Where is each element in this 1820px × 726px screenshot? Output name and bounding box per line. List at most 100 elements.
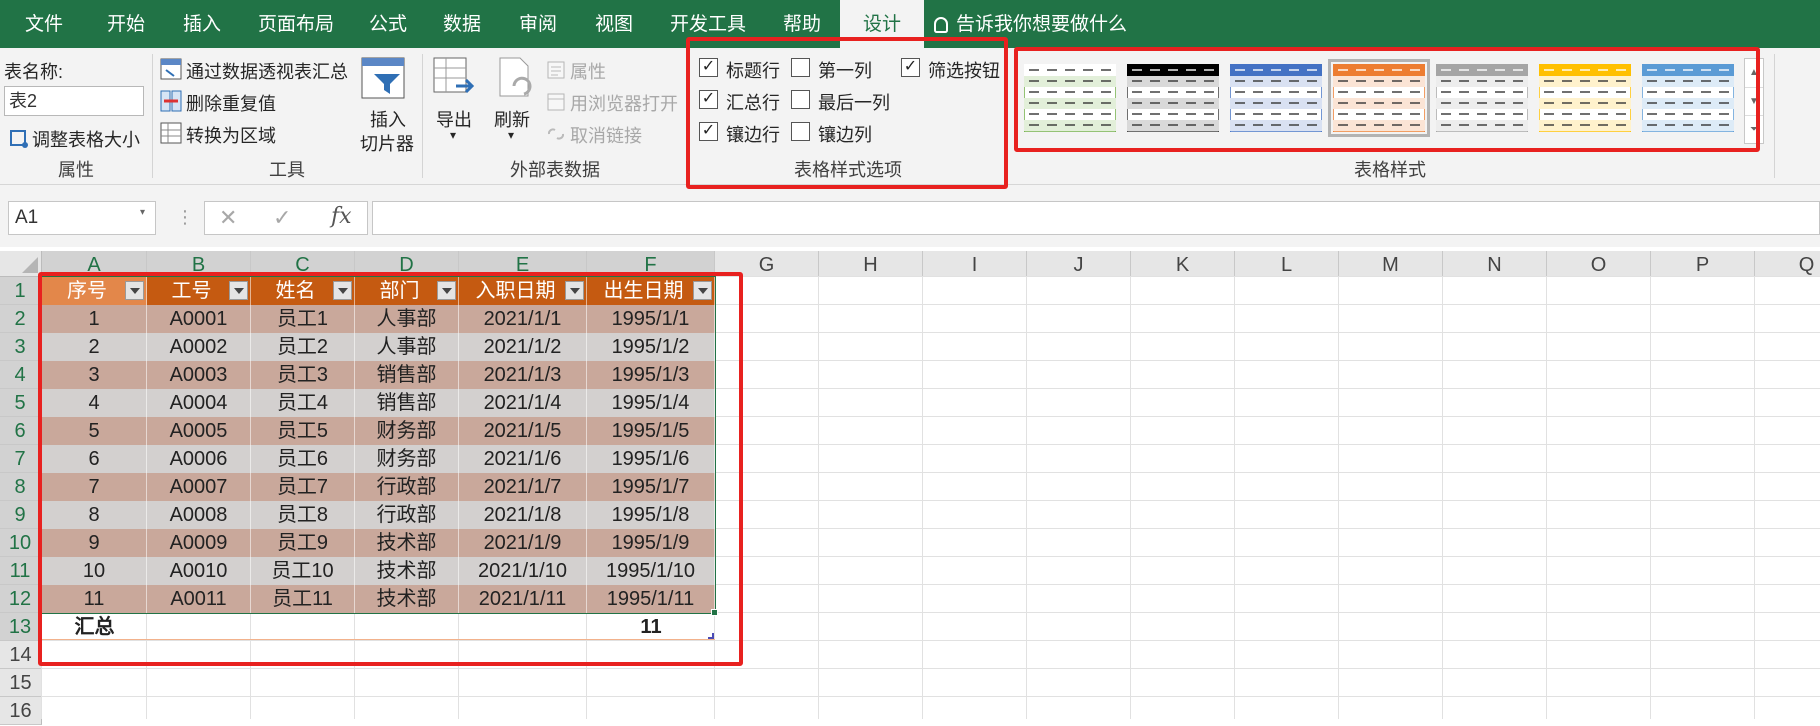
table-cell[interactable]: 1995/1/6 [587, 445, 715, 473]
table-cell[interactable]: A0004 [147, 389, 251, 417]
open-in-browser-button[interactable]: 用浏览器打开 [570, 90, 678, 116]
table-cell[interactable]: 1995/1/10 [587, 557, 715, 585]
function-icon[interactable]: fx [331, 204, 352, 229]
table-cell[interactable]: 8 [42, 501, 147, 529]
checkbox-filter-button[interactable]: ✓ [901, 58, 920, 77]
table-cell[interactable]: 2021/1/11 [459, 585, 587, 613]
table-style-swatch-gray[interactable] [1435, 63, 1529, 133]
table-cell[interactable]: 1 [42, 305, 147, 333]
formula-input[interactable] [372, 201, 1820, 235]
tab-developer[interactable]: 开发工具 [652, 0, 764, 48]
checkbox-total-row[interactable]: ✓ [699, 90, 718, 109]
table-cell[interactable]: 1995/1/1 [587, 305, 715, 333]
filter-dropdown-icon[interactable] [125, 281, 144, 300]
table-cell[interactable]: 2021/1/6 [459, 445, 587, 473]
table-cell[interactable]: A0008 [147, 501, 251, 529]
tab-view[interactable]: 视图 [576, 0, 652, 48]
table-cell[interactable]: 10 [42, 557, 147, 585]
table-cell[interactable]: 员工3 [251, 361, 355, 389]
table-cell[interactable]: 2021/1/1 [459, 305, 587, 333]
table-cell[interactable]: 销售部 [355, 361, 459, 389]
gallery-scroll-up-icon[interactable]: ▲ [1745, 59, 1763, 87]
table-cell[interactable]: 4 [42, 389, 147, 417]
table-cell[interactable]: 员工10 [251, 557, 355, 585]
checkbox-banded-columns[interactable] [791, 122, 810, 141]
filter-dropdown-icon[interactable] [565, 281, 584, 300]
table-cell[interactable]: 1995/1/2 [587, 333, 715, 361]
insert-slicer-line1[interactable]: 插入 [370, 106, 406, 132]
table-cell[interactable]: 员工9 [251, 529, 355, 557]
table-cell[interactable]: 1995/1/4 [587, 389, 715, 417]
checkbox-last-column[interactable] [791, 90, 810, 109]
table-cell[interactable]: A0009 [147, 529, 251, 557]
tab-review[interactable]: 审阅 [500, 0, 576, 48]
checkbox-first-column[interactable] [791, 58, 810, 77]
table-cell[interactable]: 员工7 [251, 473, 355, 501]
table-cell[interactable]: 员工11 [251, 585, 355, 613]
table-style-swatch-black[interactable] [1126, 63, 1220, 133]
table-cell[interactable]: 1995/1/11 [587, 585, 715, 613]
table-cell[interactable]: A0002 [147, 333, 251, 361]
table-cell[interactable]: 11 [42, 585, 147, 613]
table-cell[interactable]: 7 [42, 473, 147, 501]
table-cell[interactable]: 1995/1/7 [587, 473, 715, 501]
cancel-icon[interactable]: ✕ [219, 205, 237, 231]
refresh-dropdown-icon[interactable]: ▾ [508, 128, 514, 142]
checkbox-header-row[interactable]: ✓ [699, 58, 718, 77]
table-cell[interactable]: 2021/1/7 [459, 473, 587, 501]
name-box[interactable]: A1 [8, 201, 156, 235]
tab-design[interactable]: 设计 [840, 0, 924, 48]
table-cell[interactable]: 9 [42, 529, 147, 557]
table-cell[interactable]: 1995/1/9 [587, 529, 715, 557]
table-style-swatch-orange[interactable] [1328, 59, 1430, 137]
unlink-button[interactable]: 取消链接 [570, 122, 642, 148]
table-cell[interactable]: 员工5 [251, 417, 355, 445]
table-cell[interactable]: 员工6 [251, 445, 355, 473]
convert-to-range-button[interactable]: 转换为区域 [186, 122, 276, 148]
table-cell[interactable]: A0005 [147, 417, 251, 445]
filter-dropdown-icon[interactable] [693, 281, 712, 300]
filter-dropdown-icon[interactable] [437, 281, 456, 300]
table-cell[interactable]: A0010 [147, 557, 251, 585]
table-resize-handle[interactable] [708, 633, 714, 639]
table-cell[interactable]: 行政部 [355, 473, 459, 501]
name-box-dropdown-icon[interactable]: ▾ [140, 207, 145, 218]
tab-file[interactable]: 文件 [0, 0, 88, 48]
gallery-more-icon[interactable]: ⏷ [1745, 115, 1763, 143]
table-cell[interactable]: 销售部 [355, 389, 459, 417]
table-style-swatch-green[interactable] [1023, 63, 1117, 133]
table-cell[interactable]: 2021/1/2 [459, 333, 587, 361]
table-cell[interactable]: A0011 [147, 585, 251, 613]
tell-me-search[interactable]: 告诉我你想要做什么 [934, 0, 1134, 48]
tab-home[interactable]: 开始 [88, 0, 164, 48]
table-cell[interactable]: 6 [42, 445, 147, 473]
table-cell[interactable]: 2021/1/8 [459, 501, 587, 529]
table-cell[interactable]: 技术部 [355, 585, 459, 613]
external-properties-button[interactable]: 属性 [570, 58, 606, 84]
table-cell[interactable]: 行政部 [355, 501, 459, 529]
table-cell[interactable]: A0003 [147, 361, 251, 389]
table-name-input[interactable]: 表2 [4, 86, 144, 116]
resize-table-button[interactable]: 调整表格大小 [32, 126, 140, 152]
total-row-label[interactable]: 汇总 [42, 613, 147, 641]
tab-page-layout[interactable]: 页面布局 [240, 0, 352, 48]
table-cell[interactable]: A0006 [147, 445, 251, 473]
tab-formulas[interactable]: 公式 [352, 0, 424, 48]
table-cell[interactable]: 2021/1/9 [459, 529, 587, 557]
table-cell[interactable]: 员工1 [251, 305, 355, 333]
table-cell[interactable]: 员工4 [251, 389, 355, 417]
table-cell[interactable]: 1995/1/5 [587, 417, 715, 445]
checkbox-banded-rows[interactable]: ✓ [699, 122, 718, 141]
table-cell[interactable]: A0001 [147, 305, 251, 333]
confirm-icon[interactable]: ✓ [273, 205, 291, 231]
table-cell[interactable]: 1995/1/8 [587, 501, 715, 529]
table-cell[interactable]: 员工8 [251, 501, 355, 529]
table-cell[interactable]: 员工2 [251, 333, 355, 361]
tab-data[interactable]: 数据 [424, 0, 500, 48]
export-dropdown-icon[interactable]: ▾ [450, 128, 456, 142]
pivot-summary-button[interactable]: 通过数据透视表汇总 [186, 58, 348, 84]
table-cell[interactable]: 财务部 [355, 417, 459, 445]
table-cell[interactable]: 人事部 [355, 305, 459, 333]
table-cell[interactable]: 2021/1/3 [459, 361, 587, 389]
table-cell[interactable]: 3 [42, 361, 147, 389]
